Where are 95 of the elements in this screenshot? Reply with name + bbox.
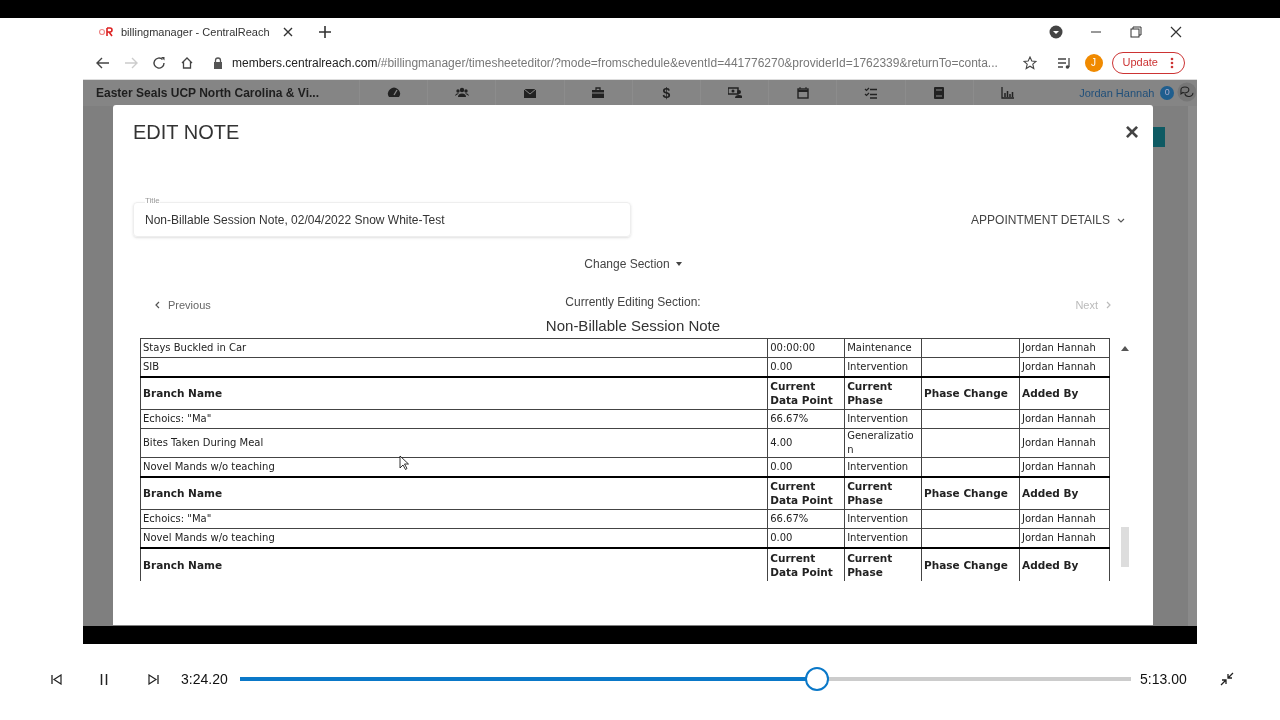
close-button[interactable]: × xyxy=(1125,120,1139,144)
seek-bar[interactable] xyxy=(240,667,1131,691)
column-header: Branch Name xyxy=(143,387,223,400)
table-cell: Stays Buckled in Car xyxy=(143,342,247,353)
column-header: Current Phase xyxy=(847,480,893,507)
scroll-up-icon[interactable] xyxy=(1121,346,1129,351)
seek-thumb[interactable] xyxy=(805,667,830,691)
url-field[interactable]: members.centralreach.com/#billingmanager/timesheeteditor/?mode=fromschedule&eventId=441776270&providerId=1762339&returnTo=conta... xyxy=(232,53,998,72)
plus-icon[interactable] xyxy=(319,26,331,38)
billing-tab[interactable]: $ xyxy=(662,82,671,104)
column-header: Current Data Point xyxy=(770,551,833,578)
scrollbar-thumb[interactable] xyxy=(1121,527,1129,567)
notification-badge[interactable]: 0 xyxy=(1160,86,1175,100)
table-cell: Intervention xyxy=(847,360,909,372)
table-cell: Maintenance xyxy=(847,342,912,353)
table-cell: 00:00:00 xyxy=(770,342,816,353)
table-cell: 4.00 xyxy=(770,437,793,448)
bar-chart-icon[interactable] xyxy=(1000,86,1015,100)
table-cell: Jordan Hannah xyxy=(1022,413,1096,424)
page-button-edge xyxy=(1153,127,1165,147)
table-cell: 66.67% xyxy=(770,413,809,424)
playlist-icon[interactable] xyxy=(1056,55,1073,70)
pause-icon[interactable] xyxy=(100,673,108,685)
more-icon[interactable] xyxy=(1170,56,1174,69)
table-cell: Generalizatio n xyxy=(847,430,914,455)
table-cell: Jordan Hannah xyxy=(1022,513,1096,524)
column-header: Phase Change xyxy=(924,387,1008,400)
chevron-down-icon xyxy=(1117,217,1125,223)
table-cell: Intervention xyxy=(847,460,909,472)
dialog-title: EDIT NOTE xyxy=(133,120,241,145)
table-cell: Intervention xyxy=(847,531,909,543)
table-cell: Novel Mands w/o teaching xyxy=(143,460,275,472)
column-header: Branch Name xyxy=(143,558,223,571)
column-header: Added By xyxy=(1022,487,1079,500)
editing-caption: Currently Editing Section: xyxy=(565,294,701,311)
lock-icon xyxy=(213,56,223,69)
section-name: Non-Billable Session Note xyxy=(545,316,721,336)
table-cell: 0.00 xyxy=(770,531,793,543)
table-cell: SIB xyxy=(143,360,160,372)
favicon-icon xyxy=(99,27,113,37)
column-header: Current Data Point xyxy=(770,380,833,407)
book-icon[interactable] xyxy=(932,86,947,100)
chevron-left-icon xyxy=(155,301,160,310)
envelope-icon[interactable] xyxy=(523,86,537,100)
table-cell: Jordan Hannah xyxy=(1022,460,1096,472)
appointment-details-toggle[interactable]: APPOINTMENT DETAILS xyxy=(971,211,1125,229)
caret-icon xyxy=(675,262,682,266)
checklist-icon[interactable] xyxy=(864,86,879,100)
briefcase-icon[interactable] xyxy=(591,86,606,100)
exit-fullscreen-icon[interactable] xyxy=(1219,672,1234,686)
next-frame-icon[interactable] xyxy=(148,673,159,685)
media-icon[interactable] xyxy=(1049,25,1063,39)
money-person-icon[interactable] xyxy=(727,86,742,100)
table-cell: Intervention xyxy=(847,413,909,424)
organization-name: Easter Seals UCP North Carolina & Vi... xyxy=(95,85,320,102)
previous-frame-icon[interactable] xyxy=(51,673,62,685)
column-header: Added By xyxy=(1022,387,1079,400)
restore-icon[interactable] xyxy=(1130,26,1142,38)
browser-tab[interactable]: billingmanager - CentralReach xyxy=(83,18,303,46)
table-cell: Intervention xyxy=(847,513,909,524)
back-icon[interactable] xyxy=(96,56,110,69)
tab-title: billingmanager - CentralReach xyxy=(121,24,270,40)
column-header: Branch Name xyxy=(143,487,223,500)
table-cell: 0.00 xyxy=(770,360,793,372)
chat-icon[interactable] xyxy=(1177,82,1197,102)
table-cell: Jordan Hannah xyxy=(1022,342,1096,353)
users-icon[interactable] xyxy=(454,86,469,100)
table-cell: Novel Mands w/o teaching xyxy=(143,531,275,543)
close-icon[interactable] xyxy=(283,27,293,37)
table-cell: Echoics: "Ma" xyxy=(143,513,212,524)
duration-time: 5:13.00 xyxy=(1140,669,1187,689)
star-icon[interactable] xyxy=(1022,55,1037,70)
chevron-right-icon xyxy=(1106,301,1111,310)
calendar-icon[interactable] xyxy=(795,86,810,100)
elapsed-time: 3:24.20 xyxy=(181,669,229,689)
column-header: Current Phase xyxy=(847,551,893,578)
table-cell: Bites Taken During Meal xyxy=(143,437,264,448)
close-icon[interactable] xyxy=(1170,26,1182,38)
table-cell: Jordan Hannah xyxy=(1022,531,1096,543)
table-cell: Echoics: "Ma" xyxy=(143,413,212,424)
table-cell: Jordan Hannah xyxy=(1022,437,1096,448)
table-cell: Jordan Hannah xyxy=(1022,360,1096,372)
previous-button[interactable]: Previous xyxy=(155,297,275,314)
table-cell: 66.67% xyxy=(770,513,809,524)
column-header: Added By xyxy=(1022,558,1079,571)
home-icon[interactable] xyxy=(180,55,194,70)
reload-icon[interactable] xyxy=(152,55,166,70)
gauge-icon[interactable] xyxy=(386,86,401,100)
table-cell: 0.00 xyxy=(770,460,793,472)
mouse-cursor-icon xyxy=(399,455,409,470)
column-header: Phase Change xyxy=(924,558,1008,571)
column-header: Current Phase xyxy=(847,380,893,407)
column-header: Phase Change xyxy=(924,487,1008,500)
change-section-dropdown[interactable]: Change Section xyxy=(584,255,682,273)
column-header: Current Data Point xyxy=(770,480,833,507)
